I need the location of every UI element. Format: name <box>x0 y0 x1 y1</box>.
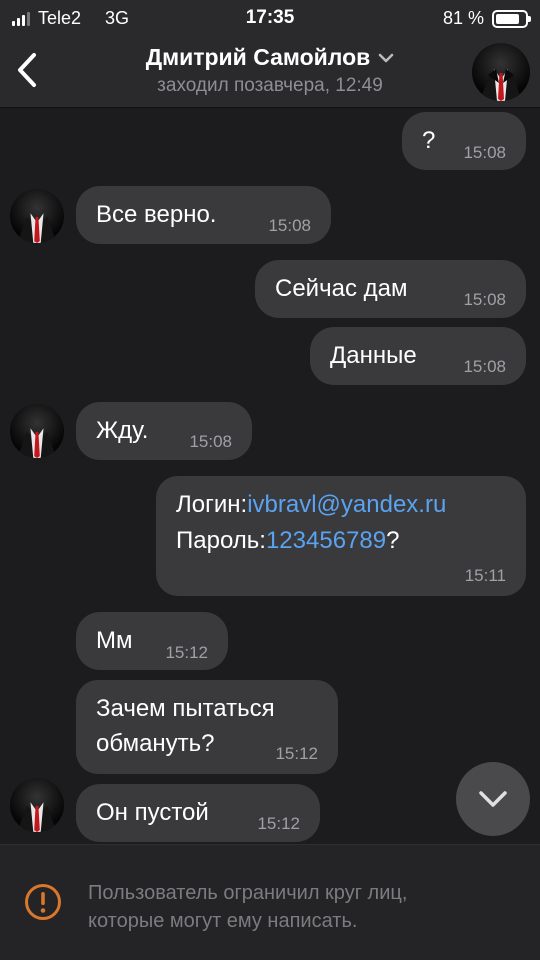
message-text-line1: Зачем пытаться <box>96 695 275 722</box>
message-text: Он пустой <box>96 799 209 826</box>
message-text: Данные <box>330 342 417 369</box>
message-bubble-incoming[interactable]: Все верно. 15:08 <box>76 186 331 244</box>
message-text: ? <box>422 127 436 154</box>
message-text: Мм <box>96 627 133 654</box>
password-line: Пароль:123456789? <box>176 527 399 555</box>
scroll-to-bottom-button[interactable] <box>456 762 530 836</box>
message-bubble-incoming[interactable]: Жду. 15:08 <box>76 402 252 460</box>
message-time: 15:12 <box>165 643 208 662</box>
message-time: 15:12 <box>257 814 300 833</box>
message-time: 15:11 <box>464 566 506 585</box>
last-seen-status: заходил позавчера, 12:49 <box>157 75 383 96</box>
message-text: Сейчас дам <box>275 275 408 302</box>
message-bubble-incoming[interactable]: Мм 15:12 <box>76 612 228 670</box>
chevron-down-icon <box>379 53 394 62</box>
sender-avatar[interactable] <box>10 404 64 458</box>
login-label: Логин: <box>176 491 248 518</box>
suit-avatar-icon <box>17 428 57 458</box>
restriction-text: Пользователь ограничил круг лиц, которые… <box>88 879 518 935</box>
message-bubble-outgoing[interactable]: ? 15:08 <box>402 112 526 170</box>
message-time: 15:08 <box>463 357 506 376</box>
contact-name: Дмитрий Самойлов <box>145 44 371 70</box>
back-button[interactable] <box>12 50 42 90</box>
battery-icon <box>492 9 531 28</box>
status-right: 81 % <box>442 8 531 29</box>
contact-name-row[interactable]: Дмитрий Самойлов <box>146 44 395 71</box>
message-time: 15:12 <box>275 744 318 763</box>
contact-avatar[interactable] <box>472 43 530 101</box>
message-bubble-outgoing[interactable]: Логин:ivbravl@yandex.ru Пароль:123456789… <box>156 476 526 596</box>
password-label: Пароль: <box>176 527 266 554</box>
phone-number-link[interactable]: 123456789 <box>266 527 386 554</box>
sender-avatar[interactable] <box>10 778 64 832</box>
restriction-text-line2: которые могут ему написать. <box>88 910 358 932</box>
battery-level <box>496 13 519 24</box>
chat-header: Дмитрий Самойлов заходил позавчера, 12:4… <box>0 36 540 108</box>
password-suffix: ? <box>386 527 400 554</box>
message-time: 15:08 <box>268 216 311 235</box>
suit-avatar-icon <box>17 802 57 832</box>
message-time: 15:08 <box>463 143 506 162</box>
message-text: Все верно. <box>96 201 217 228</box>
status-bar: Tele2 3G 17:35 81 % <box>0 0 540 36</box>
message-bubble-outgoing[interactable]: Сейчас дам 15:08 <box>255 260 526 318</box>
restriction-text-line1: Пользователь ограничил круг лиц, <box>88 882 408 904</box>
email-link[interactable]: ivbravl@yandex.ru <box>247 491 446 518</box>
restriction-notice: Пользователь ограничил круг лиц, которые… <box>0 844 540 960</box>
exclamation-circle-icon <box>25 884 61 920</box>
suit-avatar-icon <box>480 69 522 101</box>
message-bubble-incoming[interactable]: Зачем пытаться обмануть? 15:12 <box>76 680 338 774</box>
battery-percent: 81 % <box>442 8 484 28</box>
contact-info[interactable]: Дмитрий Самойлов заходил позавчера, 12:4… <box>80 44 460 97</box>
login-line: Логин:ivbravl@yandex.ru <box>176 491 446 519</box>
chevron-down-icon <box>479 791 507 807</box>
message-text-line2: обмануть? <box>96 730 215 757</box>
chevron-left-icon <box>18 53 36 87</box>
message-bubble-outgoing[interactable]: Данные 15:08 <box>310 327 526 385</box>
message-time: 15:08 <box>189 432 232 451</box>
suit-avatar-icon <box>17 213 57 243</box>
sender-avatar[interactable] <box>10 189 64 243</box>
message-list[interactable]: ? 15:08 Все верно. 15:08 Сейчас дам 15:0… <box>0 108 540 844</box>
message-text: Жду. <box>96 417 149 444</box>
message-time: 15:08 <box>463 290 506 309</box>
message-bubble-incoming[interactable]: Он пустой 15:12 <box>76 784 320 842</box>
